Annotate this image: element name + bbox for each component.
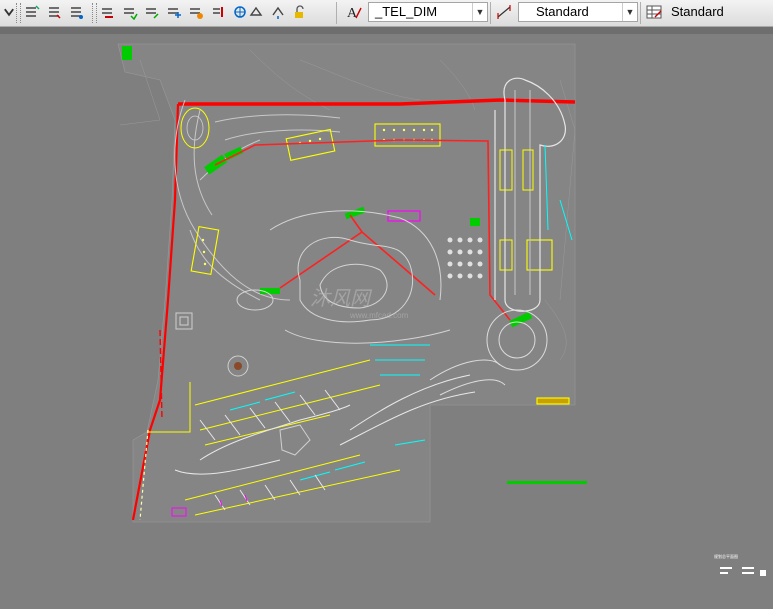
text-style-combo[interactable]: _TEL_DIM ▼: [368, 2, 488, 22]
dimension-style-value: Standard: [536, 4, 589, 19]
separator: [490, 2, 491, 24]
layer-isolate-icon[interactable]: [66, 2, 86, 22]
toolbar: A _TEL_DIM ▼ Standard ▼ Standard: [0, 0, 773, 27]
table-style-value[interactable]: Standard: [671, 4, 724, 19]
site-ground: [117, 43, 576, 523]
toolbar-grip[interactable]: [16, 3, 21, 23]
dimension-style-combo[interactable]: Standard ▼: [518, 2, 638, 22]
separator: [336, 2, 337, 24]
toolbar-grip[interactable]: [92, 3, 97, 23]
separator: [640, 2, 641, 24]
drawing-tabs-strip: [0, 27, 773, 34]
layer-thaw-icon[interactable]: [290, 2, 310, 22]
watermark-text: 沐风网: [310, 288, 373, 310]
table-style-button[interactable]: [644, 2, 664, 22]
layer-off-icon[interactable]: [98, 2, 118, 22]
chevron-down-icon[interactable]: ▼: [622, 3, 637, 21]
watermark-url: www.mfcad.com: [349, 311, 409, 320]
dimension-style-button[interactable]: [494, 2, 514, 22]
title-block: 规划总平面图: [700, 548, 770, 588]
chevron-down-icon[interactable]: ▼: [472, 3, 487, 21]
layer-unlock-icon[interactable]: [164, 2, 184, 22]
layer-states-icon[interactable]: [22, 2, 42, 22]
layer-previous-icon[interactable]: [44, 2, 64, 22]
layer-delete-icon[interactable]: [246, 2, 266, 22]
model-space-canvas[interactable]: 沐风网 www.mfcad.com: [0, 34, 773, 609]
layer-lock-icon[interactable]: [142, 2, 162, 22]
text-style-button[interactable]: A: [344, 2, 364, 22]
toolbar-dropdown-icon[interactable]: [2, 2, 16, 22]
layer-freeze-icon[interactable]: [120, 2, 140, 22]
layer-walk-icon[interactable]: [208, 2, 228, 22]
text-style-value: _TEL_DIM: [375, 4, 438, 19]
title-block-legend: [720, 567, 766, 576]
layer-change-icon[interactable]: [268, 2, 288, 22]
layer-match-icon[interactable]: [186, 2, 206, 22]
